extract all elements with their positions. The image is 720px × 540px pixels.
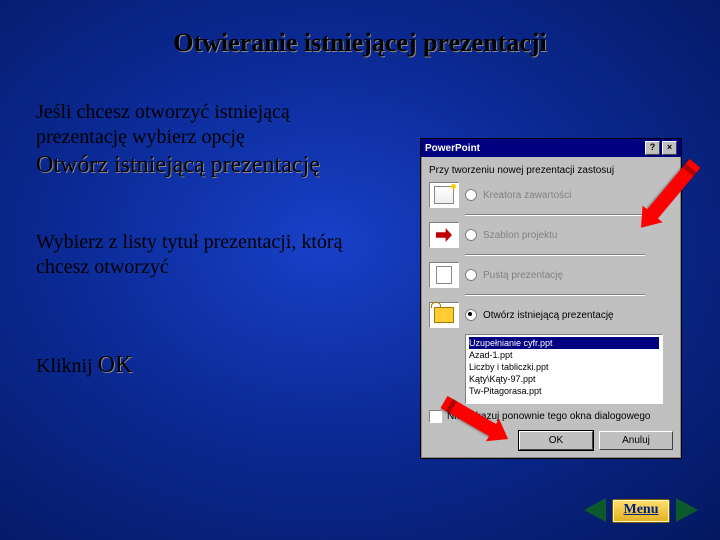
- help-button[interactable]: ?: [645, 141, 660, 155]
- paragraph-2: Wybierz z listy tytuł prezentacji, którą…: [36, 230, 376, 280]
- list-item[interactable]: Uzupełnianie cyfr.ppt: [469, 337, 659, 349]
- dialog-titlebar: PowerPoint ? ×: [421, 139, 681, 157]
- paragraph-1: Jeśli chcesz otworzyć istniejącą prezent…: [36, 100, 376, 180]
- option-open-existing[interactable]: Otwórz istniejącą prezentację: [429, 302, 673, 328]
- prev-slide-button[interactable]: [584, 498, 606, 522]
- folder-open-icon: [434, 307, 454, 323]
- checkbox-icon: [429, 410, 442, 423]
- blank-icon: [436, 266, 452, 284]
- dialog-title: PowerPoint: [425, 143, 480, 154]
- paragraph-3: Kliknij OK: [36, 350, 376, 380]
- close-button[interactable]: ×: [662, 141, 677, 155]
- radio-icon: [465, 189, 477, 201]
- radio-icon: [465, 269, 477, 281]
- dialog-caption: Przy tworzeniu nowej prezentacji zastosu…: [429, 165, 673, 176]
- radio-icon: [465, 229, 477, 241]
- ok-button[interactable]: OK: [519, 431, 593, 450]
- radio-icon: [465, 309, 477, 321]
- list-item[interactable]: Liczby i tabliczki.ppt: [469, 361, 659, 373]
- next-slide-button[interactable]: [676, 498, 698, 522]
- menu-button[interactable]: Menu: [612, 499, 670, 523]
- template-icon: [436, 228, 452, 242]
- cancel-button[interactable]: Anuluj: [599, 431, 673, 450]
- ok-emphasis: OK: [98, 352, 133, 378]
- option-template[interactable]: Szablon projektu: [429, 222, 673, 248]
- list-item[interactable]: Azad-1.ppt: [469, 349, 659, 361]
- list-item[interactable]: Kąty\Kąty-97.ppt: [469, 373, 659, 385]
- wizard-icon: [434, 186, 454, 204]
- file-listbox[interactable]: Uzupełnianie cyfr.ppt Azad-1.ppt Liczby …: [465, 334, 663, 404]
- slide-title: Otwieranie istniejącej prezentacji: [0, 0, 720, 66]
- option-wizard[interactable]: Kreatora zawartości: [429, 182, 673, 208]
- body-text: Jeśli chcesz otworzyć istniejącą prezent…: [36, 100, 376, 380]
- list-item[interactable]: Tw-Pitagorasa.ppt: [469, 385, 659, 397]
- emphasis-open-existing: Otwórz istniejącą prezentację: [36, 152, 320, 178]
- option-blank[interactable]: Pustą prezentację: [429, 262, 673, 288]
